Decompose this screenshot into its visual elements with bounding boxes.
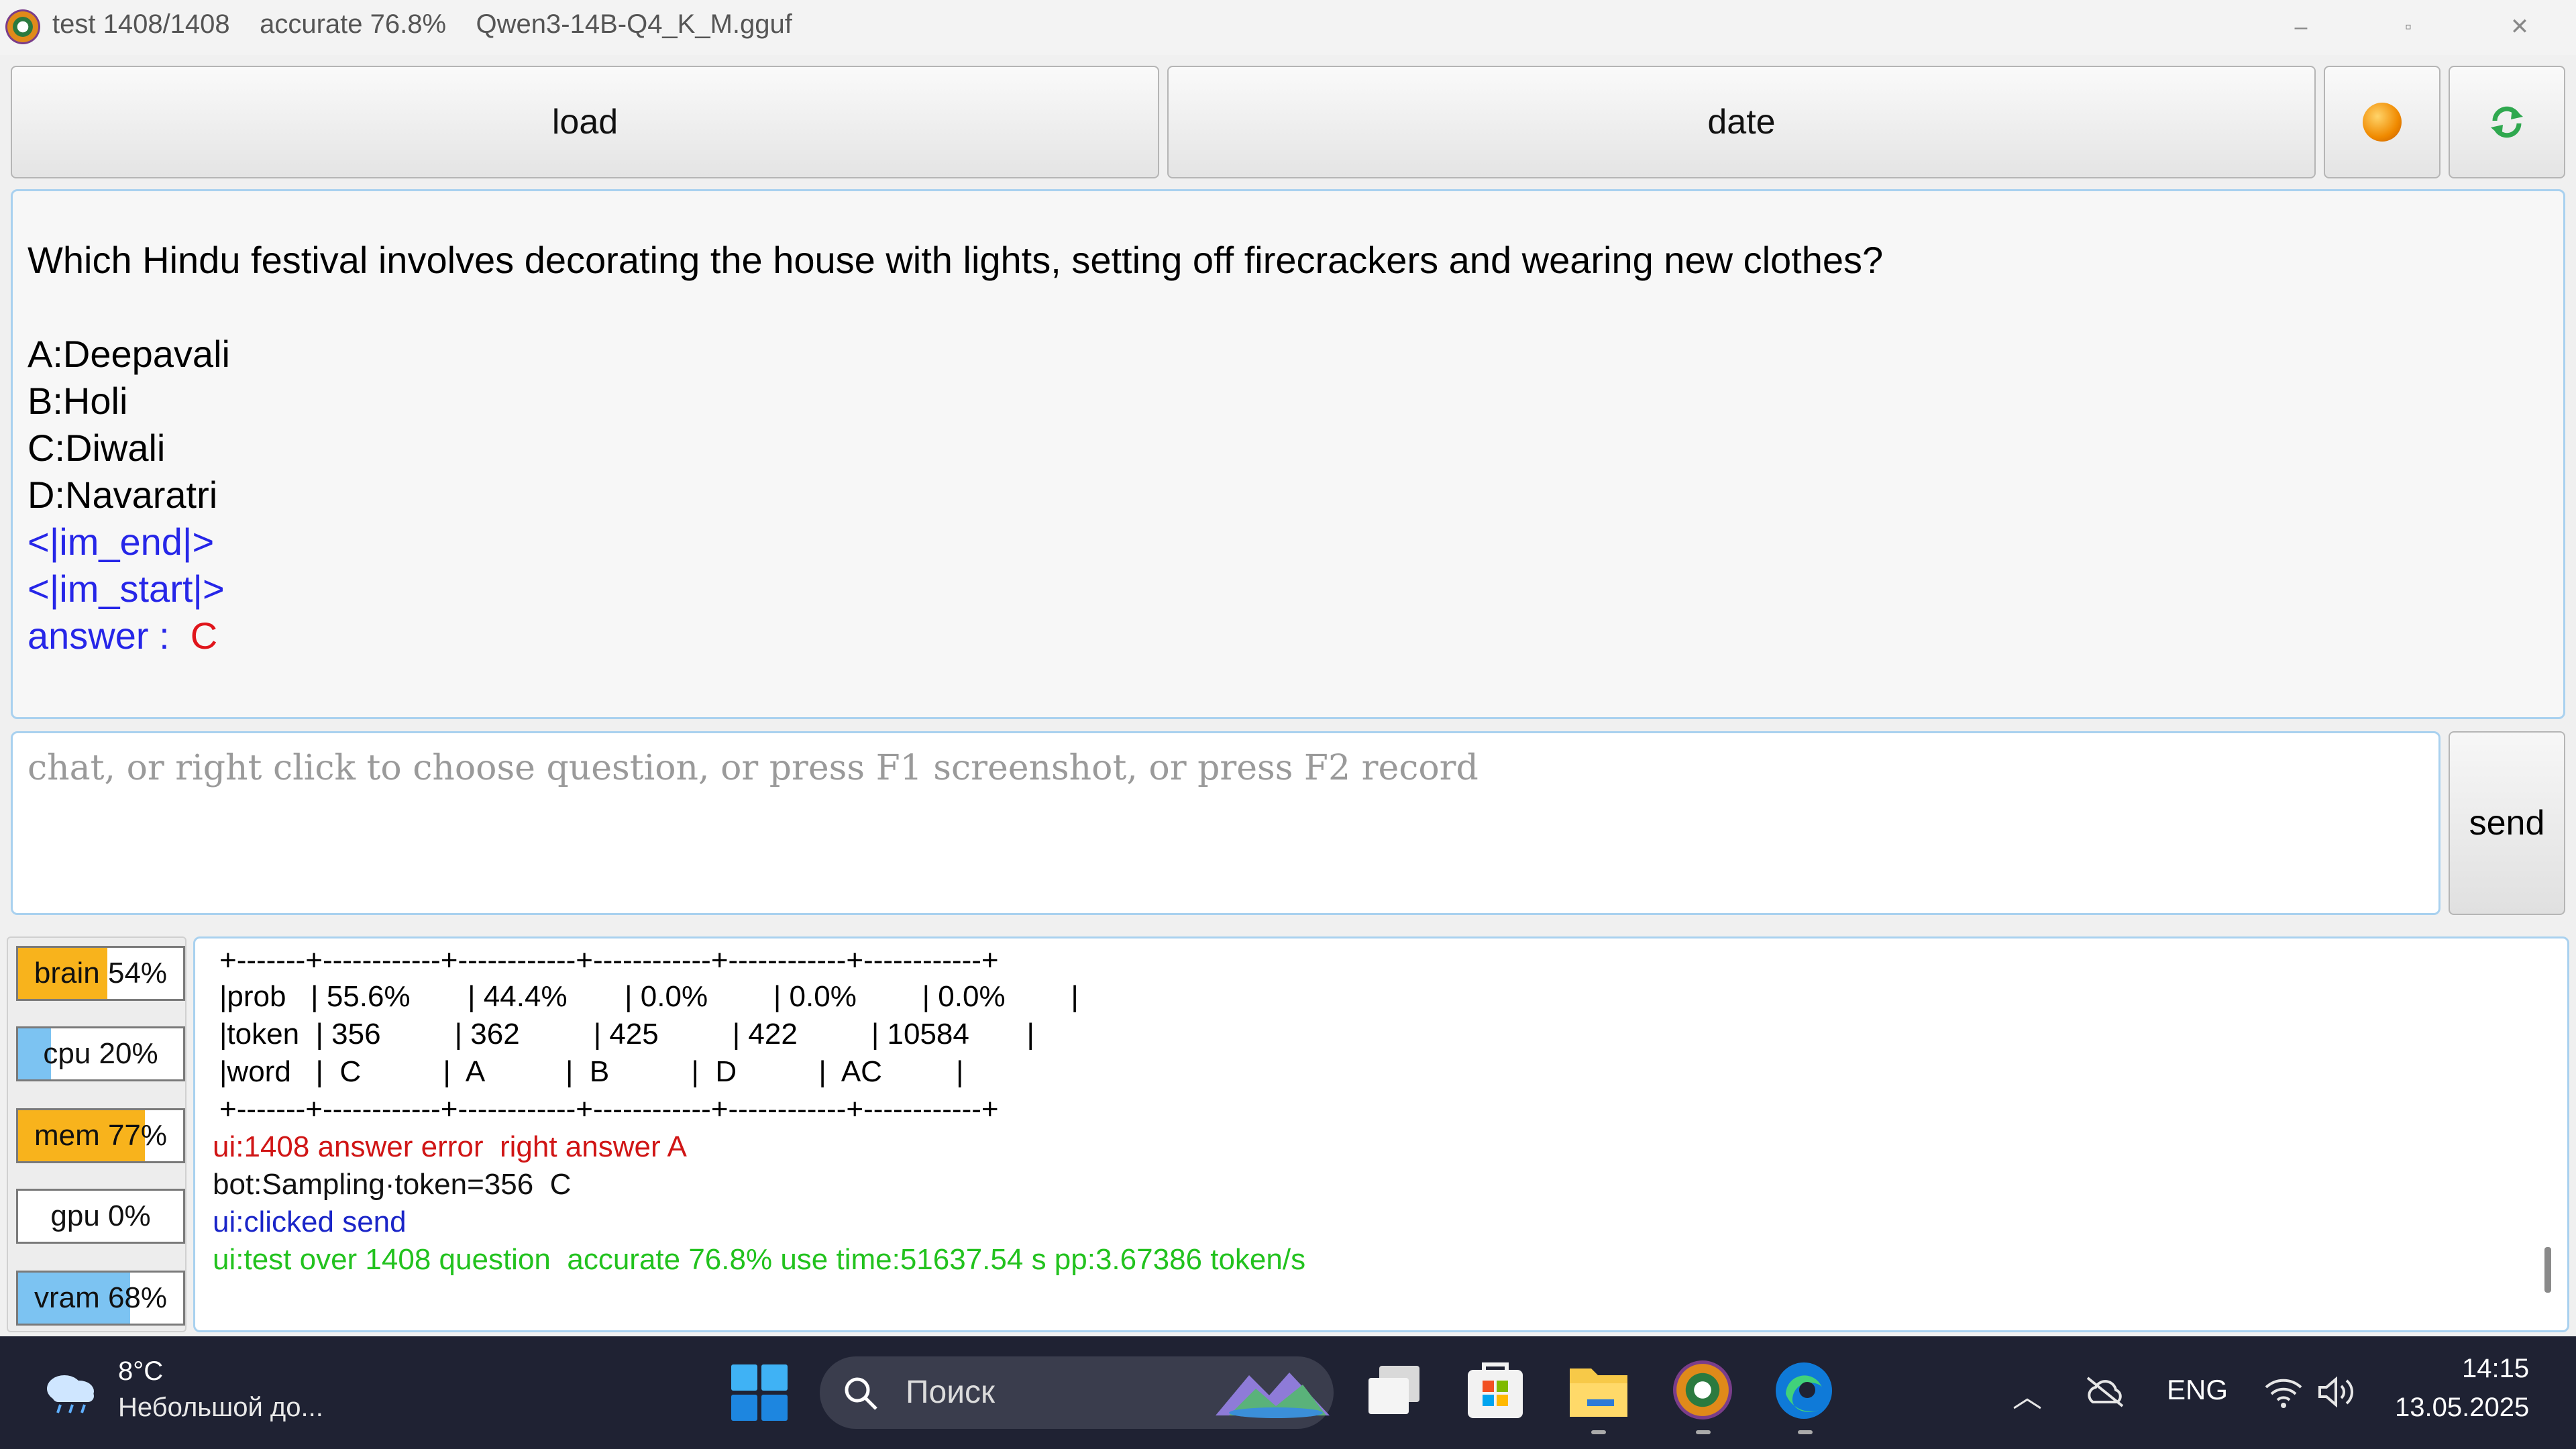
answer-line: answer : C [28, 614, 217, 657]
clock-time[interactable]: 14:15 [2462, 1354, 2529, 1384]
taskbar-search[interactable]: Поиск [820, 1356, 1334, 1429]
answer-label: answer : [28, 614, 170, 657]
stats-panel: brain 54% cpu 20% mem 77% gpu 0% vram 68… [7, 936, 186, 1332]
gpu-meter-label: gpu 0% [50, 1199, 151, 1232]
clock-date[interactable]: 13.05.2025 [2395, 1393, 2529, 1423]
cloud-offline-icon[interactable] [2084, 1375, 2127, 1409]
log-line: ui:test over 1408 question accurate 76.8… [213, 1243, 1306, 1276]
send-button[interactable]: send [2449, 731, 2565, 915]
table-row-token: |token | 356 | 362 | 425 | 422 | 10584 | [219, 1018, 1034, 1051]
log-line: bot:Sampling·token=356 C [213, 1168, 572, 1201]
option-a: A:Deepavali [28, 333, 230, 375]
log-panel[interactable]: +-------+------------+------------+-----… [193, 936, 2569, 1332]
option-b: B:Holi [28, 380, 128, 422]
windows-start-icon[interactable] [731, 1364, 788, 1421]
search-placeholder: Поиск [906, 1375, 996, 1410]
mem-meter: mem 77% [16, 1108, 185, 1163]
refresh-icon [2491, 106, 2523, 138]
chat-input[interactable]: chat, or right click to choose question,… [11, 731, 2440, 915]
file-explorer-icon[interactable] [1567, 1360, 1630, 1421]
search-icon [845, 1377, 877, 1410]
refresh-button[interactable] [2449, 66, 2565, 178]
log-line: ui:1408 answer error right answer A [213, 1130, 687, 1163]
option-c: C:Diwali [28, 427, 166, 469]
app-running-indicator [1696, 1430, 1711, 1434]
gpu-meter: gpu 0% [16, 1189, 185, 1244]
weather-temperature[interactable]: 8°C [118, 1356, 163, 1387]
window-title: test 1408/1408 accurate 76.8% Qwen3-14B-… [52, 9, 792, 39]
question-text: Which Hindu festival involves decorating… [28, 239, 1884, 281]
cpu-meter-label: cpu 20% [43, 1037, 158, 1070]
close-button[interactable]: ✕ [2486, 7, 2553, 47]
chat-placeholder: chat, or right click to choose question,… [28, 748, 1479, 788]
table-border-bottom: +-------+------------+------------+-----… [219, 1093, 999, 1126]
cpu-meter: cpu 20% [16, 1026, 185, 1081]
microsoft-store-icon[interactable] [1465, 1360, 1525, 1421]
option-d: D:Navaratri [28, 474, 218, 516]
edge-browser-icon[interactable] [1774, 1360, 1834, 1421]
brain-meter: brain 54% [16, 946, 185, 1001]
table-row-prob: |prob | 55.6% | 44.4% | 0.0% | 0.0% | 0.… [219, 980, 1079, 1013]
search-highlight-icon [1216, 1373, 1330, 1418]
restore-button[interactable]: ▫ [2375, 7, 2442, 47]
taskbar: 8°C Небольшой до... Поиск ︿ ENG 14:15 13… [0, 1336, 2576, 1449]
log-line: ui:clicked send [213, 1205, 407, 1238]
load-button[interactable]: load [11, 66, 1159, 178]
task-view-icon[interactable] [1366, 1366, 1424, 1419]
app-running-indicator [1798, 1430, 1813, 1434]
log-scrollbar[interactable] [2544, 1247, 2551, 1293]
app-taskbar-icon[interactable] [1673, 1360, 1732, 1419]
title-bar: test 1408/1408 accurate 76.8% Qwen3-14B-… [0, 0, 2576, 55]
im-start-token: <|im_start|> [28, 568, 225, 610]
record-button[interactable] [2324, 66, 2440, 178]
volume-icon[interactable] [2317, 1375, 2357, 1409]
vram-meter-label: vram 68% [34, 1281, 168, 1314]
date-button[interactable]: date [1167, 66, 2316, 178]
mem-meter-label: mem 77% [34, 1119, 168, 1152]
app-running-indicator [1591, 1430, 1606, 1434]
weather-description[interactable]: Небольшой до... [118, 1393, 323, 1423]
brain-meter-label: brain 54% [34, 957, 168, 989]
table-border-top: +-------+------------+------------+-----… [219, 944, 999, 977]
wifi-icon[interactable] [2263, 1375, 2304, 1409]
app-icon [5, 9, 40, 44]
vram-meter: vram 68% [16, 1271, 185, 1326]
output-panel[interactable]: Which Hindu festival involves decorating… [11, 189, 2565, 867]
language-indicator[interactable]: ENG [2167, 1374, 2228, 1406]
cloud-rain-icon[interactable] [38, 1366, 102, 1414]
im-end-token: <|im_end|> [28, 521, 215, 563]
table-row-word: |word | C | A | B | D | AC | [219, 1055, 964, 1088]
answer-value: C [190, 614, 218, 657]
chevron-up-icon[interactable]: ︿ [2012, 1373, 2042, 1415]
minimize-button[interactable]: – [2267, 7, 2334, 47]
record-dot-icon [2363, 103, 2402, 142]
